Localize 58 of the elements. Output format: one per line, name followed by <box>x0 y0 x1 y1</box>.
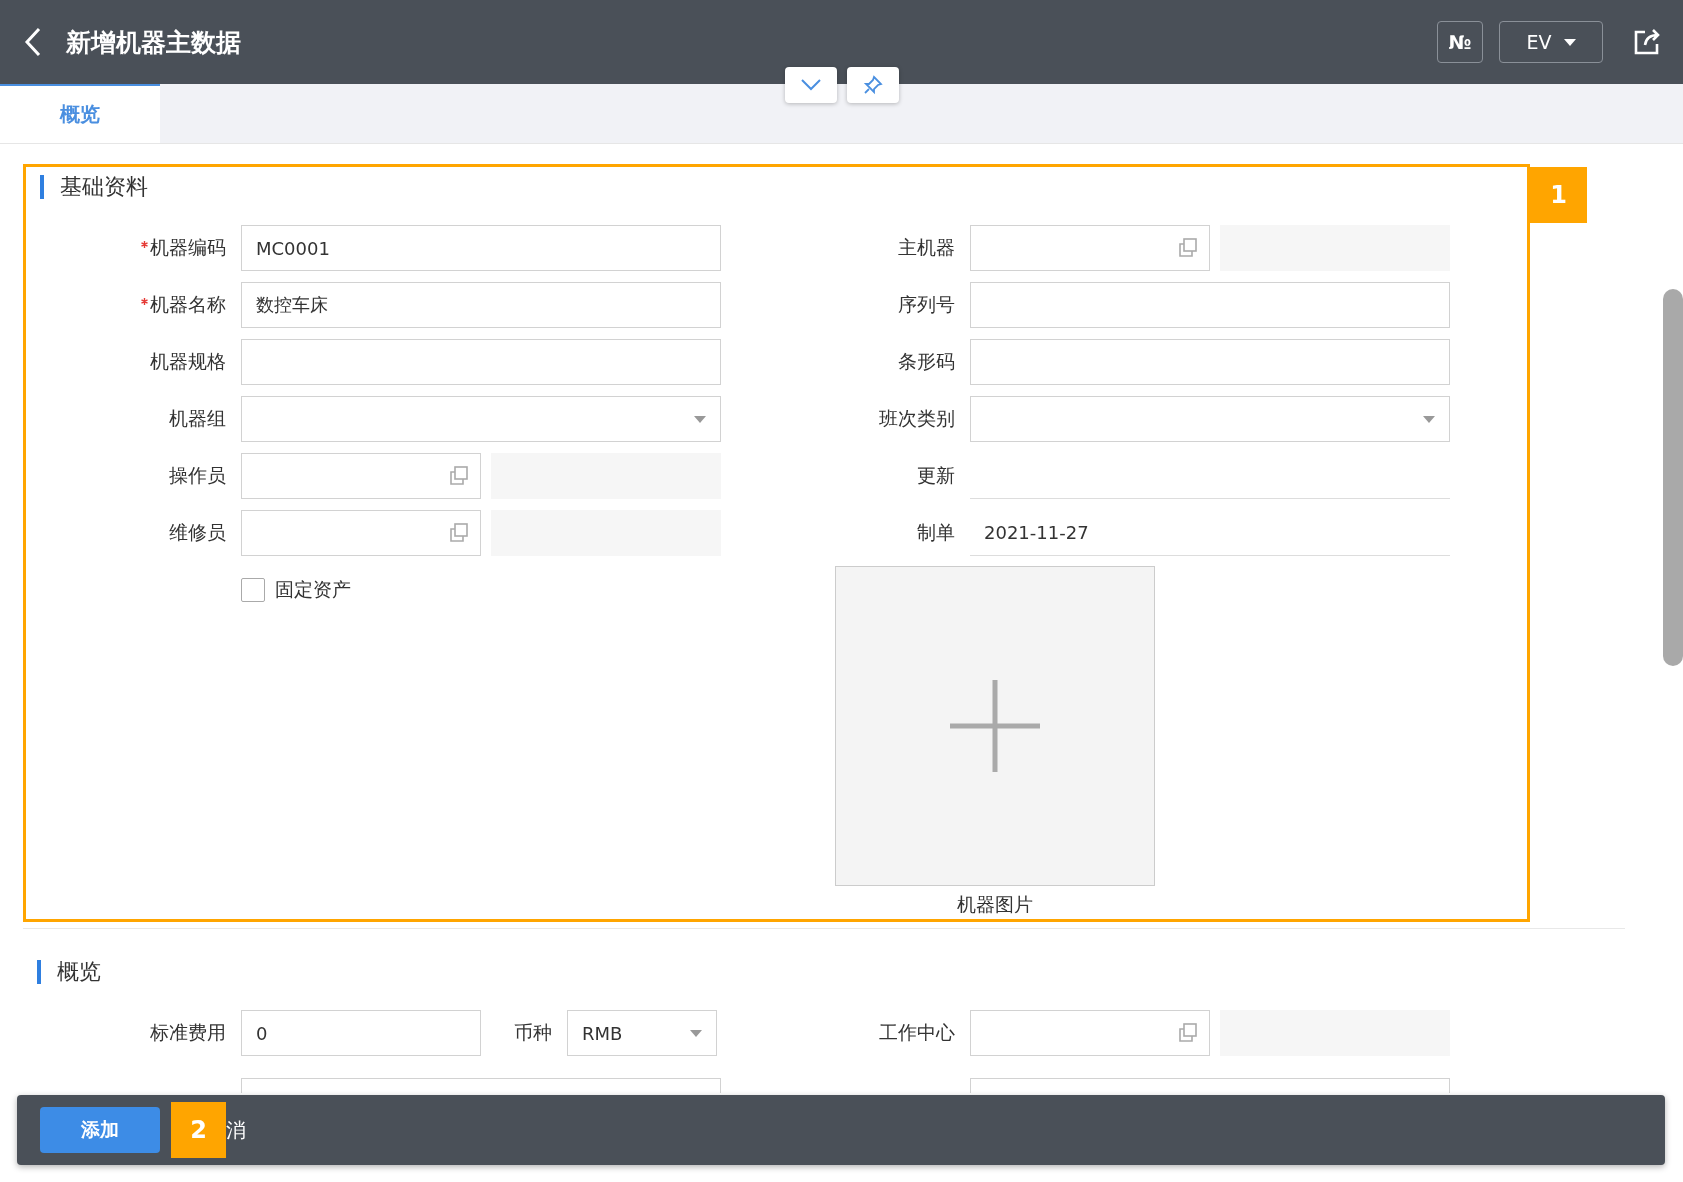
scrollbar-thumb[interactable] <box>1663 289 1683 666</box>
field-label: 机器规格 <box>150 349 226 374</box>
collapse-button[interactable] <box>785 67 837 103</box>
callout-badge: 2 <box>171 1102 226 1158</box>
page-title: 新增机器主数据 <box>66 26 242 59</box>
caret-icon <box>1563 38 1576 46</box>
select-field[interactable] <box>241 396 721 442</box>
caret-icon <box>690 1029 702 1037</box>
field-label: 主机器 <box>898 235 955 260</box>
field-label: 班次类别 <box>879 406 955 431</box>
copy-icon[interactable] <box>448 465 470 487</box>
text-field[interactable]: 0 <box>241 1010 481 1056</box>
share-icon[interactable] <box>1633 28 1661 56</box>
lookup-field[interactable] <box>241 453 481 499</box>
lookup-field[interactable] <box>241 510 481 556</box>
field-label: 标准费用 <box>150 1020 226 1045</box>
field-label: 制单 <box>917 520 955 545</box>
text-field[interactable]: MC0001 <box>241 225 721 271</box>
readonly-field: 2021-11-27 <box>970 510 1450 556</box>
text-field[interactable] <box>241 339 721 385</box>
plus-icon <box>950 680 1040 772</box>
copy-icon[interactable] <box>1177 1022 1199 1044</box>
field-label: 工作中心 <box>879 1020 955 1045</box>
section-title: 基础资料 <box>60 173 148 201</box>
caret-icon <box>694 415 706 423</box>
field-label: 更新 <box>917 463 955 488</box>
pin-button[interactable] <box>847 67 899 103</box>
field-label: 机器组 <box>169 406 226 431</box>
fixed-asset-checkbox[interactable]: 固定资产 <box>241 577 351 603</box>
copy-icon[interactable] <box>448 522 470 544</box>
text-field[interactable] <box>970 339 1450 385</box>
copy-icon[interactable] <box>1177 237 1199 259</box>
number-button[interactable]: № <box>1437 21 1483 63</box>
pin-icon <box>863 75 883 95</box>
section-title: 概览 <box>57 958 101 986</box>
field-label: 币种 <box>514 1020 552 1045</box>
field-label: 操作员 <box>169 463 226 488</box>
field-label: 序列号 <box>898 292 955 317</box>
field-label: 条形码 <box>898 349 955 374</box>
field-label: 机器编码 <box>150 235 226 260</box>
language-dropdown[interactable]: EV <box>1499 21 1603 63</box>
lookup-field[interactable] <box>970 1010 1210 1056</box>
image-upload[interactable] <box>835 566 1155 886</box>
text-field[interactable]: 数控车床 <box>241 282 721 328</box>
callout-badge: 1 <box>1530 167 1587 223</box>
field-label: 维修员 <box>169 520 226 545</box>
select-field[interactable] <box>970 396 1450 442</box>
select-field[interactable]: RMB <box>567 1010 717 1056</box>
caret-icon <box>1423 415 1435 423</box>
chevron-down-icon <box>801 79 821 91</box>
text-field[interactable] <box>970 282 1450 328</box>
field-label: 机器名称 <box>150 292 226 317</box>
text-field[interactable] <box>241 1078 721 1093</box>
image-caption: 机器图片 <box>957 892 1033 917</box>
text-field[interactable] <box>970 1078 1450 1093</box>
lookup-field[interactable] <box>970 225 1210 271</box>
cancel-button[interactable]: 消 <box>226 1116 246 1144</box>
back-icon[interactable] <box>24 27 42 57</box>
